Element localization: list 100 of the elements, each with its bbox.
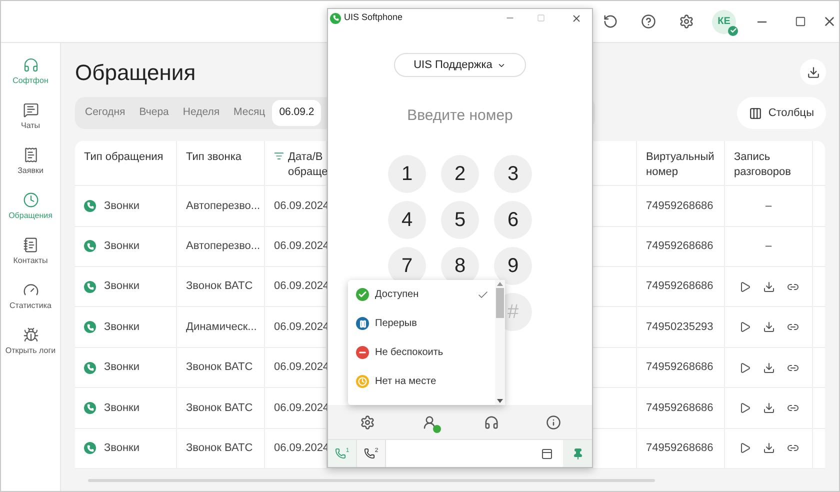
column-header: Тип звонка <box>186 150 242 165</box>
phone-number-field[interactable]: Введите номер <box>328 103 592 127</box>
period-tab[interactable]: 06.09.2 <box>272 100 322 126</box>
window-title: UIS Softphone <box>344 11 403 24</box>
account-selector[interactable]: UIS Поддержка <box>394 53 526 77</box>
play-icon[interactable] <box>738 442 750 454</box>
table-cell-text: Звонок ВАТС <box>186 360 253 376</box>
status-option[interactable]: Перерыв <box>348 309 495 338</box>
phone-icon <box>84 402 96 414</box>
table-cell-text: 06.09.2024 <box>274 239 330 254</box>
info-icon[interactable] <box>546 414 560 430</box>
dial-key[interactable]: 2 <box>441 155 479 193</box>
contacts-icon <box>22 237 38 253</box>
download-icon[interactable] <box>762 442 774 454</box>
play-icon[interactable] <box>738 402 750 414</box>
app-logo-icon <box>330 12 341 24</box>
columns-button[interactable]: Столбцы <box>737 97 826 129</box>
phone-icon <box>334 448 346 459</box>
sidebar-item[interactable]: Статистика <box>2 282 58 311</box>
phone-icon <box>84 321 96 334</box>
table-cell-text: Звонки <box>104 320 140 335</box>
table-cell-text: 74959268686 <box>646 198 714 214</box>
scroll-down-arrow-icon[interactable] <box>497 399 503 403</box>
play-icon[interactable] <box>738 321 750 334</box>
download-icon <box>806 66 820 78</box>
dial-key[interactable]: 3 <box>494 155 532 193</box>
table-cell-text: Автоперезво... <box>186 198 260 214</box>
pin-button[interactable] <box>563 440 592 467</box>
phone-icon <box>84 280 96 293</box>
table-cell-text: Звонки <box>104 400 140 416</box>
download-icon[interactable] <box>762 321 774 334</box>
table-cell-text: 74959268686 <box>646 239 714 254</box>
column-header: Виртуальный номер <box>646 150 715 180</box>
table-cell-text: Звонок ВАТС <box>186 400 253 416</box>
history-icon <box>22 192 38 208</box>
table-cell-text: 74959268686 <box>646 279 714 294</box>
download-icon[interactable] <box>762 402 774 414</box>
table-cell-text: Звонки <box>104 279 140 294</box>
sidebar-item[interactable]: Контакты <box>2 237 58 266</box>
help-icon[interactable] <box>640 14 656 29</box>
online-status-icon <box>728 26 738 36</box>
table-cell-text: 74950235293 <box>646 320 714 335</box>
settings-icon[interactable] <box>360 414 374 430</box>
phone-icon <box>84 200 96 212</box>
scroll-up-arrow-icon[interactable] <box>497 282 503 286</box>
column-header: Запись разговоров <box>734 150 792 180</box>
table-cell-text: 06.09.2024 <box>274 360 330 376</box>
close-icon[interactable] <box>571 12 582 24</box>
table-cell-text: – <box>765 198 772 214</box>
sort-icon[interactable] <box>274 151 284 161</box>
period-tab[interactable]: Сегодня <box>78 100 132 126</box>
maximize-icon[interactable] <box>794 16 806 27</box>
logs-icon <box>22 327 38 343</box>
phone-icon <box>84 240 96 252</box>
phone-icon <box>84 362 96 374</box>
layout-icon[interactable] <box>541 448 553 460</box>
period-tab[interactable]: Месяц <box>226 100 272 126</box>
headset-icon[interactable] <box>484 414 498 430</box>
dial-key[interactable]: 9 <box>494 247 532 285</box>
table-cell-text: 74959268686 <box>646 441 714 456</box>
table-cell-text: 74959268686 <box>646 400 714 416</box>
sidebar-item[interactable]: Открыть логи <box>2 327 58 356</box>
download-icon[interactable] <box>762 280 774 293</box>
menu-scrollbar[interactable] <box>495 280 505 405</box>
status-option[interactable]: Нет на месте <box>348 367 495 396</box>
table-cell-text: 06.09.2024 <box>274 400 330 416</box>
table-cell-text: Звонки <box>104 239 140 254</box>
table-cell-text: Звонки <box>104 198 140 214</box>
play-icon[interactable] <box>738 280 750 293</box>
page-title: Обращения <box>75 58 196 87</box>
period-tab[interactable]: Неделя <box>176 100 227 126</box>
period-tab[interactable]: Вчера <box>132 100 176 126</box>
table-cell-text: 06.09.2024 <box>274 198 330 214</box>
line-tab[interactable]: 2 <box>357 440 386 467</box>
columns-icon <box>749 106 762 120</box>
status-option[interactable]: Не беспокоить <box>348 338 495 367</box>
table-cell-text: 06.09.2024 <box>274 441 330 456</box>
table-cell-text: 06.09.2024 <box>274 279 330 294</box>
scroll-thumb[interactable] <box>496 288 504 318</box>
dial-key[interactable]: 1 <box>388 155 426 193</box>
dial-key[interactable]: 4 <box>388 201 426 239</box>
table-cell-text: Автоперезво... <box>186 239 260 254</box>
checkmark-icon <box>477 288 489 300</box>
download-icon[interactable] <box>762 362 774 374</box>
sidebar-item[interactable]: Чаты <box>2 102 58 131</box>
export-button[interactable] <box>800 59 826 85</box>
play-icon[interactable] <box>738 362 750 374</box>
sidebar-item[interactable]: Заявки <box>2 147 58 176</box>
refresh-icon[interactable] <box>602 14 618 29</box>
settings-icon[interactable] <box>678 14 694 29</box>
dial-key[interactable]: 5 <box>441 201 479 239</box>
table-cell-text: Динамическ... <box>186 320 257 335</box>
phone-icon <box>364 448 375 459</box>
table-cell-text: 06.09.2024 <box>274 320 330 335</box>
dial-key[interactable]: 6 <box>494 201 532 239</box>
pin-icon <box>572 448 584 460</box>
softphone-icon <box>22 57 38 73</box>
table-cell-text: 74959268686 <box>646 360 714 376</box>
requests-icon <box>22 147 38 163</box>
chats-icon <box>22 102 38 118</box>
